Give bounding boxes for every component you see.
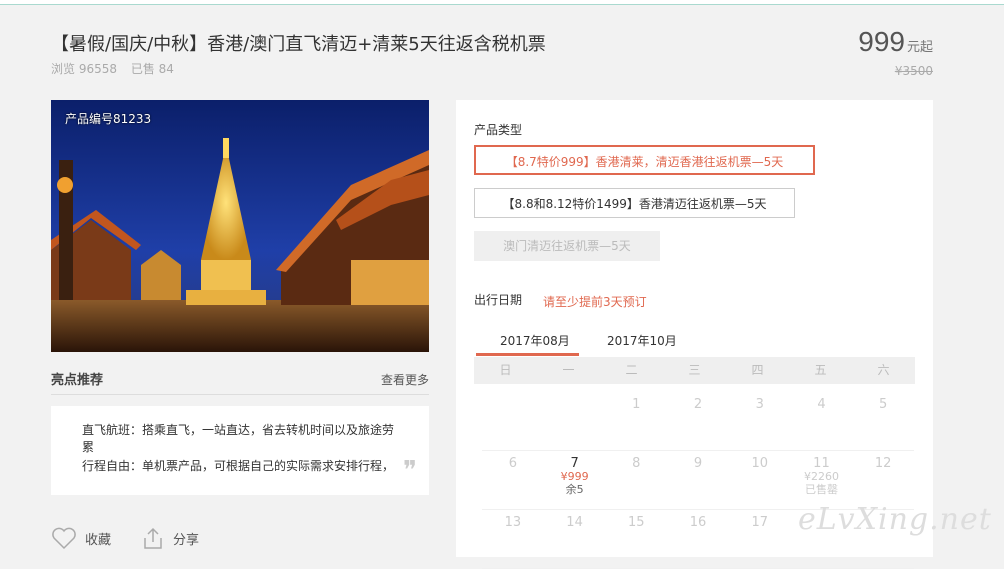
day-price: ¥2260 <box>803 470 839 483</box>
calendar-day-cell: 17 <box>729 509 791 568</box>
view-count: 浏览 96558 <box>51 62 117 76</box>
calendar-day-cell: 8 <box>605 450 667 509</box>
weekday-header: 日 一 二 三 四 五 六 <box>474 357 915 384</box>
day-stock: 余5 <box>565 483 584 496</box>
calendar-day-cell: 9 <box>667 450 729 509</box>
weekday: 日 <box>499 363 512 377</box>
calendar-day-cell: 13 <box>482 509 544 568</box>
highlights-box: 直飞航班：搭乘直飞，一站直达，省去转机时间以及旅途劳累 行程自由：单机票产品，可… <box>51 406 429 495</box>
calendar-day-cell[interactable]: 7 ¥999 余5 <box>544 450 606 509</box>
quote-icon: ❞ <box>403 456 417 486</box>
product-code: 产品编号81233 <box>65 112 152 126</box>
weekday: 五 <box>814 363 827 377</box>
day-number: 7 <box>570 456 579 471</box>
calendar-day-cell <box>482 391 544 450</box>
product-type-label: 产品类型 <box>474 123 523 137</box>
share-button[interactable]: 分享 <box>141 526 199 550</box>
option-hk-chiangrai[interactable]: 【8.7特价999】香港清莱，清迈香港往返机票—5天 <box>474 145 815 175</box>
day-number: 8 <box>632 456 641 471</box>
day-number: 17 <box>751 515 768 530</box>
weekday: 四 <box>751 363 764 377</box>
share-label: 分享 <box>173 532 200 548</box>
day-number: 2 <box>693 397 703 412</box>
day-number: 1 <box>632 397 641 412</box>
day-stock: 已售罄 <box>804 483 838 496</box>
active-tab-indicator <box>476 353 579 356</box>
calendar-day-cell: 10 <box>729 450 791 509</box>
day-number: 11 <box>813 456 830 471</box>
day-number: 12 <box>874 456 892 471</box>
calendar-day-cell: 2 <box>667 391 729 450</box>
day-number: 14 <box>566 515 583 530</box>
share-icon <box>144 527 162 549</box>
watermark: eLvXing.net <box>798 502 992 537</box>
option-macau-chiangmai[interactable]: 澳门清迈往返机票—5天 <box>474 231 660 261</box>
day-price: ¥999 <box>560 470 589 483</box>
calendar-day-cell <box>544 391 606 450</box>
calendar-day-cell: 12 <box>852 450 914 509</box>
weekday: 三 <box>688 363 701 377</box>
highlight-flight: 直飞航班：搭乘直飞，一站直达，省去转机时间以及旅途劳累 <box>82 423 395 454</box>
weekday: 二 <box>625 363 638 377</box>
calendar-day-cell: 3 <box>729 391 791 450</box>
heart-icon <box>52 527 76 550</box>
product-photo: 产品编号81233 <box>51 100 429 352</box>
day-number: 10 <box>751 456 768 471</box>
product-title: 【暑假/国庆/中秋】香港/澳门直飞清迈+清莱5天往返含税机票 <box>51 34 546 55</box>
favorite-button[interactable]: 收藏 <box>51 526 111 550</box>
highlight-itinerary: 行程自由：单机票产品，可根据自己的实际需求安排行程， <box>82 459 395 473</box>
booking-panel: 产品类型 【8.7特价999】香港清莱，清迈香港往返机票—5天 【8.8和8.1… <box>456 100 933 569</box>
day-number: 16 <box>689 515 707 530</box>
price-unit: 元起 <box>906 40 933 55</box>
favorite-label: 收藏 <box>85 532 112 548</box>
original-price: ¥3500 <box>894 64 933 78</box>
calendar-week-row: 1 2 3 4 5 <box>482 391 914 451</box>
day-number: 4 <box>817 397 826 412</box>
calendar-day-cell: 1 <box>605 391 667 450</box>
product-stats: 浏览 96558 已售 84 <box>51 60 184 77</box>
day-number: 13 <box>504 515 522 530</box>
view-more-link[interactable]: 查看更多 <box>381 371 429 388</box>
temple-photo-image <box>51 100 429 352</box>
day-number: 3 <box>755 397 764 412</box>
price-block: 999 元起 <box>858 26 933 58</box>
calendar-day-cell: 14 <box>544 509 606 568</box>
weekday: 六 <box>877 363 890 377</box>
tab-month-aug[interactable]: 2017年08月 <box>500 332 570 349</box>
sold-count: 已售 84 <box>130 62 174 76</box>
day-number: 6 <box>508 456 517 471</box>
day-number: 5 <box>879 397 888 412</box>
day-number: 15 <box>628 515 645 530</box>
calendar-day-cell: 11 ¥2260 已售罄 <box>791 450 853 509</box>
calendar-day-cell: 15 <box>605 509 667 568</box>
day-number: 9 <box>693 456 703 471</box>
booking-notice: 请至少提前3天预订 <box>543 295 647 309</box>
divider <box>51 394 429 395</box>
top-accent-line <box>0 0 1004 5</box>
calendar-week-row: 6 7 ¥999 余5 8 9 10 11 ¥2260 已售罄 12 <box>482 450 914 510</box>
calendar-day-cell: 4 <box>791 391 853 450</box>
calendar-day-cell: 16 <box>667 509 729 568</box>
calendar-day-cell: 5 <box>852 391 914 450</box>
travel-date-label: 出行日期 <box>474 293 523 307</box>
highlights-title: 亮点推荐 <box>51 373 104 388</box>
price-value: 999 <box>858 26 905 57</box>
calendar-day-cell: 6 <box>482 450 544 509</box>
tab-month-oct[interactable]: 2017年10月 <box>607 332 677 349</box>
option-hk-chiangmai[interactable]: 【8.8和8.12特价1499】香港清迈往返机票—5天 <box>474 188 795 218</box>
weekday: 一 <box>562 363 575 377</box>
